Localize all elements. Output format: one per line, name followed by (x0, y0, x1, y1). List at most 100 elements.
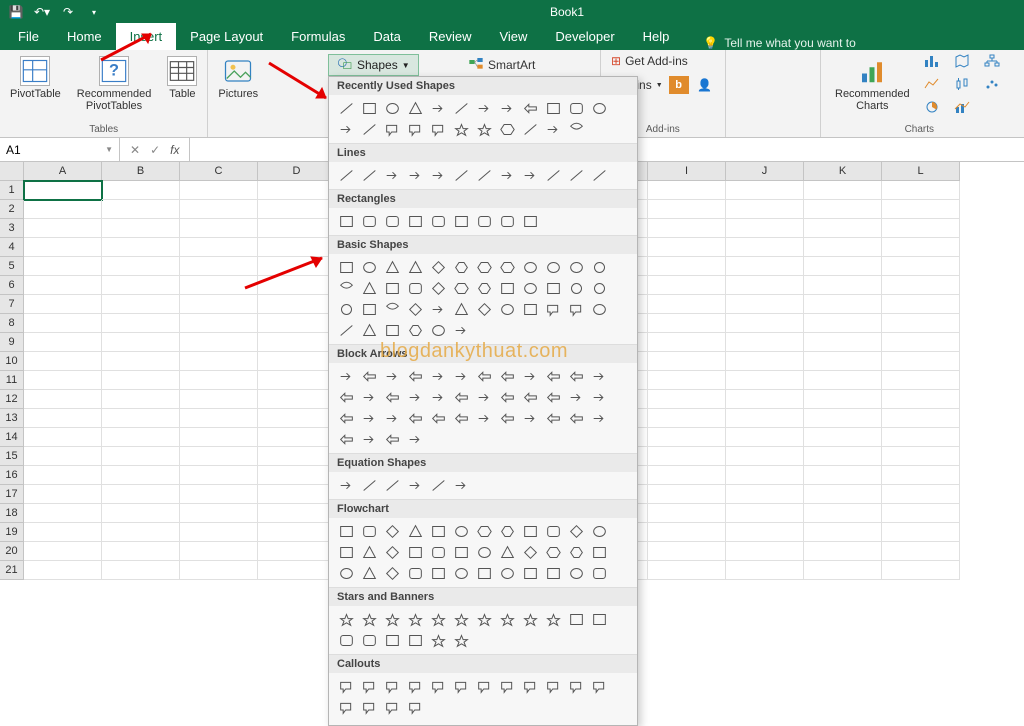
cell[interactable] (726, 485, 804, 504)
cell[interactable] (102, 409, 180, 428)
cell[interactable] (258, 181, 336, 200)
shape-item[interactable] (451, 367, 471, 385)
shape-item[interactable] (451, 300, 471, 318)
shape-item[interactable] (382, 212, 402, 230)
cell[interactable] (258, 542, 336, 561)
shape-item[interactable] (382, 279, 402, 297)
shape-item[interactable] (543, 166, 563, 184)
shape-item[interactable] (451, 120, 471, 138)
shape-item[interactable] (428, 212, 448, 230)
cell[interactable] (882, 257, 960, 276)
shape-item[interactable] (336, 631, 356, 649)
shape-item[interactable] (336, 120, 356, 138)
shape-item[interactable] (428, 522, 448, 540)
cell[interactable] (102, 466, 180, 485)
shape-item[interactable] (474, 543, 494, 561)
shape-item[interactable] (566, 522, 586, 540)
shape-item[interactable] (497, 388, 517, 406)
row-header[interactable]: 5 (0, 257, 24, 276)
cell[interactable] (882, 219, 960, 238)
cell[interactable] (804, 409, 882, 428)
shape-item[interactable] (405, 677, 425, 695)
cell[interactable] (24, 523, 102, 542)
cell[interactable] (882, 466, 960, 485)
shape-item[interactable] (566, 166, 586, 184)
cell[interactable] (804, 257, 882, 276)
shape-item[interactable] (428, 476, 448, 494)
shape-item[interactable] (382, 120, 402, 138)
shape-item[interactable] (451, 99, 471, 117)
tab-view[interactable]: View (485, 23, 541, 50)
cell[interactable] (102, 390, 180, 409)
cell[interactable] (258, 428, 336, 447)
map-chart-icon[interactable] (954, 54, 970, 68)
tab-formulas[interactable]: Formulas (277, 23, 359, 50)
shape-item[interactable] (520, 522, 540, 540)
cell[interactable] (882, 485, 960, 504)
shape-item[interactable] (589, 409, 609, 427)
select-all-corner[interactable] (0, 162, 24, 181)
cell[interactable] (726, 561, 804, 580)
shape-item[interactable] (451, 543, 471, 561)
shape-item[interactable] (405, 476, 425, 494)
cell[interactable] (180, 504, 258, 523)
shape-item[interactable] (474, 120, 494, 138)
row-header[interactable]: 4 (0, 238, 24, 257)
cell[interactable] (24, 428, 102, 447)
tab-file[interactable]: File (4, 23, 53, 50)
hierarchy-chart-icon[interactable] (984, 54, 1000, 68)
fx-icon[interactable]: fx (170, 143, 179, 157)
shape-item[interactable] (566, 409, 586, 427)
shape-item[interactable] (497, 522, 517, 540)
cell[interactable] (726, 504, 804, 523)
cell[interactable] (102, 219, 180, 238)
cell[interactable] (882, 333, 960, 352)
shape-item[interactable] (589, 166, 609, 184)
cell[interactable] (24, 352, 102, 371)
shape-item[interactable] (497, 258, 517, 276)
shape-item[interactable] (497, 367, 517, 385)
cell[interactable] (726, 276, 804, 295)
shape-item[interactable] (405, 698, 425, 716)
cell[interactable] (102, 561, 180, 580)
chevron-down-icon[interactable]: ▼ (105, 145, 113, 154)
shape-item[interactable] (566, 99, 586, 117)
cell[interactable] (24, 295, 102, 314)
cell[interactable] (648, 390, 726, 409)
cell[interactable] (258, 466, 336, 485)
cell[interactable] (648, 276, 726, 295)
shape-item[interactable] (428, 367, 448, 385)
shape-item[interactable] (336, 677, 356, 695)
shape-item[interactable] (474, 212, 494, 230)
pie-chart-icon[interactable] (924, 100, 940, 114)
shape-item[interactable] (382, 543, 402, 561)
shape-item[interactable] (382, 564, 402, 582)
cell[interactable] (102, 371, 180, 390)
shape-item[interactable] (497, 677, 517, 695)
cell[interactable] (804, 428, 882, 447)
tab-developer[interactable]: Developer (541, 23, 628, 50)
cell[interactable] (102, 238, 180, 257)
shape-item[interactable] (474, 279, 494, 297)
cell[interactable] (726, 428, 804, 447)
cell[interactable] (102, 485, 180, 504)
cell[interactable] (258, 219, 336, 238)
shape-item[interactable] (451, 279, 471, 297)
shape-item[interactable] (566, 564, 586, 582)
shape-item[interactable] (543, 610, 563, 628)
shape-item[interactable] (520, 610, 540, 628)
tell-me[interactable]: 💡 Tell me what you want to (703, 36, 855, 50)
row-header[interactable]: 18 (0, 504, 24, 523)
people-graph-icon[interactable]: 👤 (695, 76, 715, 94)
cell[interactable] (882, 181, 960, 200)
shape-item[interactable] (359, 430, 379, 448)
cell[interactable] (648, 485, 726, 504)
cell[interactable] (804, 314, 882, 333)
cell[interactable] (24, 181, 102, 200)
shape-item[interactable] (474, 564, 494, 582)
shape-item[interactable] (382, 677, 402, 695)
cell[interactable] (882, 314, 960, 333)
shape-item[interactable] (566, 120, 586, 138)
cell[interactable] (24, 466, 102, 485)
cell[interactable] (804, 561, 882, 580)
